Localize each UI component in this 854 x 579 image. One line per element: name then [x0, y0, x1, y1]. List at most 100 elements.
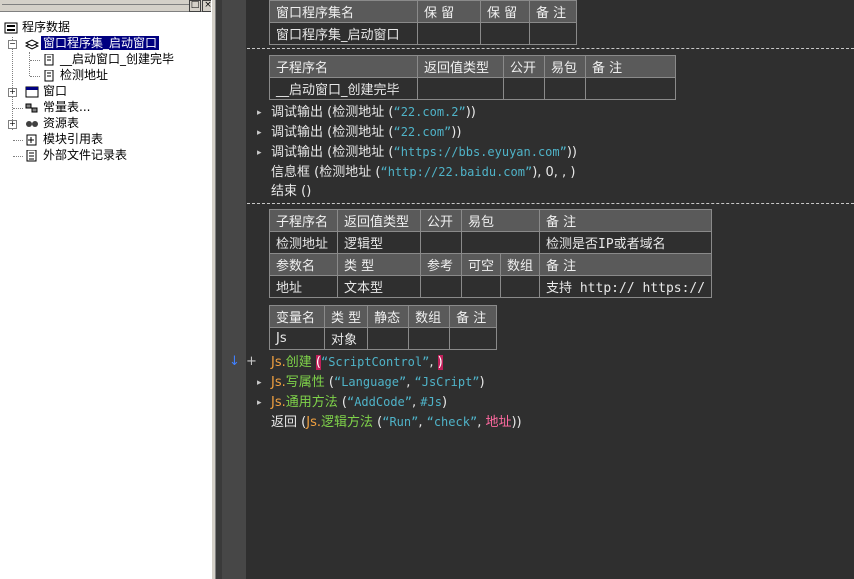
line-gutter	[222, 0, 246, 579]
code-line[interactable]: 返回 (Js.逻辑方法 (“Run”, “check”, 地址))	[271, 413, 522, 431]
tree-item-external-label: 外部文件记录表	[43, 148, 128, 162]
expand-arrow-icon[interactable]: ▸	[257, 378, 265, 388]
table-cell[interactable]	[449, 327, 498, 350]
tree-item-assembly-label: 窗口程序集_启动窗口	[41, 36, 160, 50]
expand-window-toggle[interactable]: +	[8, 88, 17, 97]
table-cell[interactable]: 地址	[269, 275, 338, 298]
current-line-arrow-icon: ↓	[229, 354, 240, 369]
code-line[interactable]: 调试输出 (检测地址 (“https://bbs.eyuyan.com”))	[271, 143, 577, 161]
table-cell[interactable]	[408, 327, 451, 350]
param-table-header: 参数名 类 型 参考 可空 数组 备 注	[269, 253, 713, 276]
subroutine-table-header: 子程序名 返回值类型 公开 易包 备 注	[269, 55, 676, 78]
database-icon	[4, 22, 18, 34]
table-row[interactable]: __启动窗口_创建完毕	[269, 77, 676, 100]
col-header: 备 注	[539, 253, 713, 276]
col-header: 备 注	[529, 0, 577, 23]
table-cell[interactable]: 文本型	[337, 275, 421, 298]
col-header: 备 注	[449, 305, 498, 328]
constants-icon	[25, 102, 39, 114]
tree-item-external[interactable]: 外部文件记录表	[25, 148, 129, 163]
collapse-assembly-toggle[interactable]: −	[8, 40, 17, 49]
table-cell[interactable]	[503, 77, 545, 100]
col-header: 静态	[367, 305, 410, 328]
col-header: 变量名	[269, 305, 325, 328]
section-divider	[247, 203, 854, 204]
window-icon	[25, 86, 39, 98]
table-cell[interactable]	[420, 275, 462, 298]
tree-item-constants[interactable]: 常量表...	[25, 100, 92, 115]
tree-item-assembly[interactable]: 窗口程序集_启动窗口	[24, 36, 160, 51]
assembly-table: 窗口程序集名 保 留 保 留 备 注 窗口程序集_启动窗口	[269, 0, 577, 45]
tree-item-sub-check[interactable]: 检测地址	[42, 68, 110, 83]
table-cell[interactable]: 检测是否IP或者域名	[539, 231, 713, 254]
variable-table: 变量名 类 型 静态 数组 备 注 Js 对象	[269, 305, 498, 350]
file-list-icon	[25, 149, 39, 162]
table-cell[interactable]: Js	[269, 327, 325, 350]
tree-item-window[interactable]: 窗口	[25, 84, 69, 99]
sub-table-header: 子程序名 返回值类型 公开 易包 备 注	[269, 209, 713, 232]
expand-resources-toggle[interactable]: +	[8, 120, 17, 129]
col-header: 公开	[420, 209, 462, 232]
expand-arrow-icon[interactable]: ▸	[257, 128, 265, 138]
project-tree-panel: □ × 程序数据 − 窗口程序集_启动窗口 __启动窗口_创建完毕 检测地址 +…	[0, 0, 216, 579]
table-cell[interactable]	[529, 22, 577, 45]
tree-item-window-label: 窗口	[43, 84, 68, 98]
table-cell[interactable]: 逻辑型	[337, 231, 421, 254]
code-line[interactable]: Js.写属性 (“Language”, “JsCript”)	[271, 373, 485, 391]
table-cell[interactable]	[420, 231, 462, 254]
code-line[interactable]: Js.创建 (“ScriptControl”, )	[271, 353, 443, 371]
check-address-table: 子程序名 返回值类型 公开 易包 备 注 检测地址 逻辑型 检测是否IP或者域名…	[269, 209, 713, 298]
table-row[interactable]: Js 对象	[269, 327, 498, 350]
add-line-icon[interactable]: +	[246, 354, 257, 369]
col-header: 返回值类型	[417, 55, 504, 78]
table-cell[interactable]: __启动窗口_创建完毕	[269, 77, 418, 100]
table-cell[interactable]	[500, 275, 541, 298]
table-cell[interactable]	[585, 77, 676, 100]
code-line[interactable]: Js.通用方法 (“AddCode”, #Js)	[271, 393, 447, 411]
tree-item-sub-create-label: __启动窗口_创建完毕	[60, 52, 175, 66]
table-cell[interactable]	[480, 22, 530, 45]
table-cell[interactable]: 支持 http:// https://	[539, 275, 713, 298]
tree-item-sub-create[interactable]: __启动窗口_创建完毕	[42, 52, 176, 67]
tree-item-resources[interactable]: 资源表	[25, 116, 81, 131]
code-line[interactable]: 调试输出 (检测地址 (“22.com.2”))	[271, 103, 476, 121]
tree-item-resources-label: 资源表	[43, 116, 80, 130]
tree-item-modules-label: 模块引用表	[43, 132, 104, 146]
tree-root[interactable]: 程序数据	[4, 20, 72, 35]
table-cell[interactable]	[417, 77, 504, 100]
table-cell[interactable]: 检测地址	[269, 231, 338, 254]
expand-arrow-icon[interactable]: ▸	[257, 148, 265, 158]
tree-item-sub-check-label: 检测地址	[60, 68, 109, 82]
tree-item-modules[interactable]: 模块引用表	[25, 132, 105, 147]
table-cell[interactable]	[460, 231, 541, 254]
col-header: 备 注	[539, 209, 713, 232]
col-header: 类 型	[323, 305, 369, 328]
table-cell[interactable]: 窗口程序集_启动窗口	[269, 22, 418, 45]
table-cell[interactable]	[460, 275, 502, 298]
col-header: 易包	[544, 55, 586, 78]
assembly-table-header: 窗口程序集名 保 留 保 留 备 注	[269, 0, 577, 23]
code-line[interactable]: 信息框 (检测地址 (“http://22.baidu.com”), 0, , …	[271, 163, 575, 181]
table-cell[interactable]	[417, 22, 481, 45]
table-cell[interactable]: 对象	[323, 327, 369, 350]
table-cell[interactable]	[544, 77, 586, 100]
panel-titlebar: □ ×	[0, 0, 216, 12]
document-icon	[42, 53, 56, 66]
code-line[interactable]: 结束 ()	[271, 183, 311, 201]
col-header: 保 留	[417, 0, 481, 23]
table-cell[interactable]	[367, 327, 410, 350]
table-row[interactable]: 检测地址 逻辑型 检测是否IP或者域名	[269, 231, 713, 254]
table-row[interactable]: 地址 文本型 支持 http:// https://	[269, 275, 713, 298]
module-icon	[25, 134, 39, 146]
expand-arrow-icon[interactable]: ▸	[257, 108, 265, 118]
col-header: 窗口程序集名	[269, 0, 418, 23]
col-header: 数组	[500, 253, 541, 276]
col-header: 可空	[460, 253, 502, 276]
expand-arrow-icon[interactable]: ▸	[257, 398, 265, 408]
table-row[interactable]: 窗口程序集_启动窗口	[269, 22, 577, 45]
col-header: 参考	[420, 253, 462, 276]
code-line[interactable]: 调试输出 (检测地址 (“22.com”))	[271, 123, 461, 141]
col-header: 参数名	[269, 253, 338, 276]
document-icon	[42, 69, 56, 82]
maximize-button[interactable]: □	[189, 0, 201, 12]
